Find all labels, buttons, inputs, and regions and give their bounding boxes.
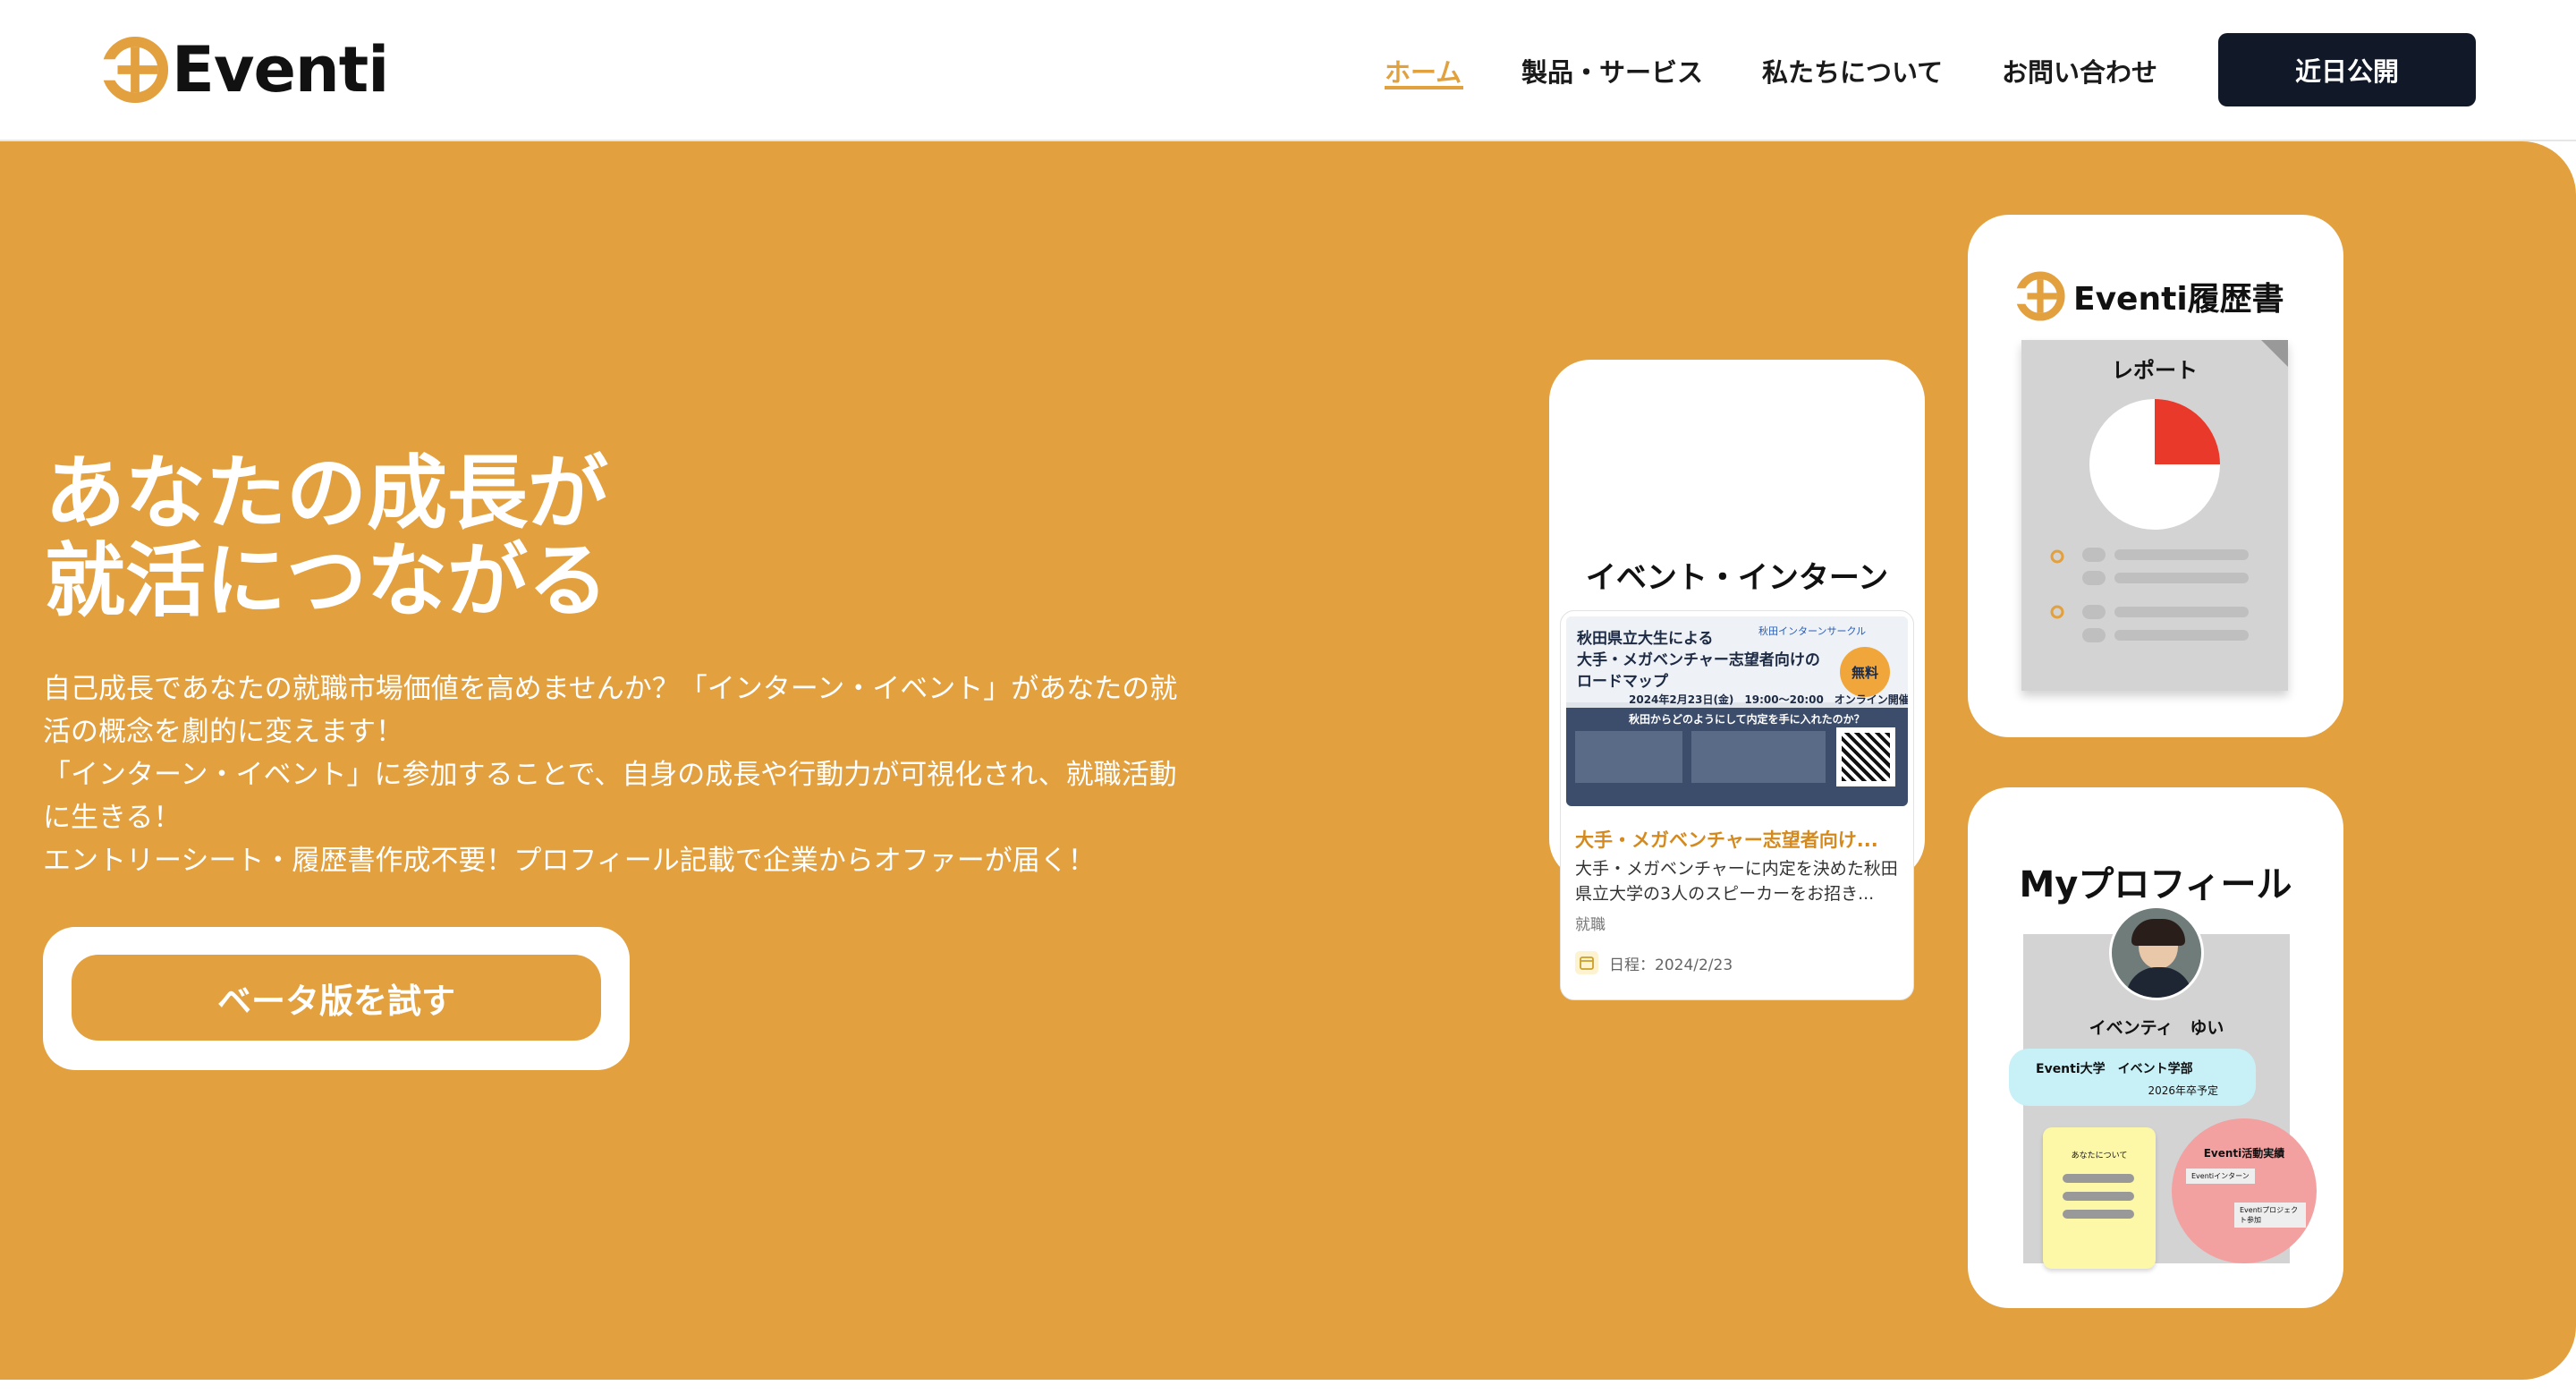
- profile-card-title: Myプロフィール: [2019, 864, 2292, 905]
- calendar-icon: [1575, 951, 1598, 974]
- report-label: レポート: [2112, 358, 2198, 383]
- resume-card-title: Eventi履歴書: [2073, 281, 2284, 318]
- brand-logo[interactable]: Eventi: [100, 32, 389, 107]
- flyer-headline: 秋田県立大生による: [1577, 630, 1714, 648]
- about-note: あなたについて: [2043, 1127, 2156, 1269]
- logo-mark-icon: [2015, 271, 2065, 321]
- achievement-item: Eventiインターン: [2186, 1169, 2255, 1184]
- qr-code-icon: [1836, 727, 1895, 786]
- resume-card-header: Eventi履歴書: [2014, 270, 2284, 322]
- profile-card: Myプロフィール イベンティ ゆい Eventi大学 イベント学部 2026年卒…: [1968, 787, 2343, 1308]
- flyer-headline: ロードマップ: [1577, 673, 1668, 691]
- avatar: [2109, 905, 2204, 1000]
- hero-title: あなたの成長が 就活につながる: [45, 450, 939, 625]
- nav-home[interactable]: ホーム: [1385, 52, 1462, 89]
- achievements-circle: Eventi活動実績 Eventiインターン Eventiプロジェクト参加: [2172, 1118, 2317, 1263]
- event-entry[interactable]: 秋田県立大生による 大手・メガベンチャー志望者向けの ロードマップ 秋田インター…: [1560, 610, 1914, 1000]
- logo-mark-icon: [101, 36, 169, 104]
- event-date-text: 日程：2024/2/23: [1609, 956, 1733, 974]
- coming-soon-button[interactable]: 近日公開: [2218, 33, 2476, 106]
- hero-desc-line: エントリーシート・履歴書作成不要！プロフィール記載で企業からオファーが届く！: [43, 845, 1096, 877]
- report-list-lines: [2050, 548, 2249, 642]
- nav-about[interactable]: 私たちについて: [1762, 52, 1943, 89]
- event-title-link[interactable]: 大手・メガベンチャー志望者向け...: [1575, 826, 1908, 853]
- flyer-free-badge: 無料: [1840, 647, 1890, 697]
- try-beta-button[interactable]: ベータ版を試す: [72, 955, 601, 1041]
- nav-products[interactable]: 製品・サービス: [1521, 52, 1703, 89]
- flyer-headline: 大手・メガベンチャー志望者向けの: [1577, 651, 1820, 669]
- profile-user-name: イベンティ ゆい: [2089, 1018, 2224, 1038]
- nav-active-underline: [1385, 86, 1463, 89]
- hero-title-line: 就活につながる: [45, 534, 608, 628]
- achievements-label: Eventi活動実績: [2203, 1147, 2285, 1160]
- university-text: Eventi大学 イベント学部: [2036, 1062, 2193, 1076]
- event-description: 大手・メガベンチャーに内定を決めた秋田県立大学の3人のスピーカーをお招き...: [1575, 859, 1898, 904]
- hero-desc-line: 「インターン・イベント」に参加することで、自身の成長や行動力が可視化され、就職活…: [43, 759, 1177, 791]
- hero-description: 自己成長であなたの就職市場価値を高めませんか？「インターン・イベント」があなたの…: [43, 667, 1224, 882]
- resume-card: Eventi履歴書 レポート: [1968, 215, 2343, 737]
- pie-slice: [2155, 399, 2220, 464]
- hero-desc-line: 活の概念を劇的に変えます！: [43, 716, 403, 748]
- hero-desc-line: に生きる！: [43, 802, 182, 834]
- graduation-text: 2026年卒予定: [2148, 1084, 2218, 1097]
- nav-contact[interactable]: お問い合わせ: [2002, 52, 2157, 89]
- event-date: 日程：2024/2/23: [1575, 951, 1733, 974]
- event-category: 就職: [1575, 916, 1606, 934]
- event-flyer-image: 秋田県立大生による 大手・メガベンチャー志望者向けの ロードマップ 秋田インター…: [1566, 616, 1908, 806]
- hero-desc-line: 自己成長であなたの就職市場価値を高めませんか？「インターン・イベント」があなたの…: [43, 673, 1178, 705]
- beta-button-frame: ベータ版を試す: [43, 927, 630, 1070]
- site-header: Eventi ホーム 製品・サービス 私たちについて お問い合わせ 近日公開: [0, 0, 2576, 141]
- list-bullet-icon: [2050, 549, 2064, 564]
- event-card-title: イベント・インターン: [1585, 560, 1889, 596]
- university-badge: Eventi大学 イベント学部 2026年卒予定: [2009, 1049, 2256, 1106]
- flyer-question: 秋田からどのようにして内定を手に入れたのか？: [1629, 713, 1865, 726]
- report-sheet: レポート: [2021, 340, 2288, 691]
- brand-name: Eventi: [172, 33, 389, 106]
- report-pie-chart: [2089, 399, 2220, 530]
- flyer-circle-name: 秋田インターンサークル: [1758, 625, 1867, 637]
- achievement-item: Eventiプロジェクト参加: [2234, 1203, 2306, 1228]
- hero-title-line: あなたの成長が: [45, 446, 608, 540]
- about-label: あなたについて: [2071, 1152, 2128, 1160]
- list-bullet-icon: [2050, 605, 2064, 619]
- flyer-datetime: 2024年2月23日(金) 19:00〜20:00 オンライン開催: [1629, 693, 1908, 706]
